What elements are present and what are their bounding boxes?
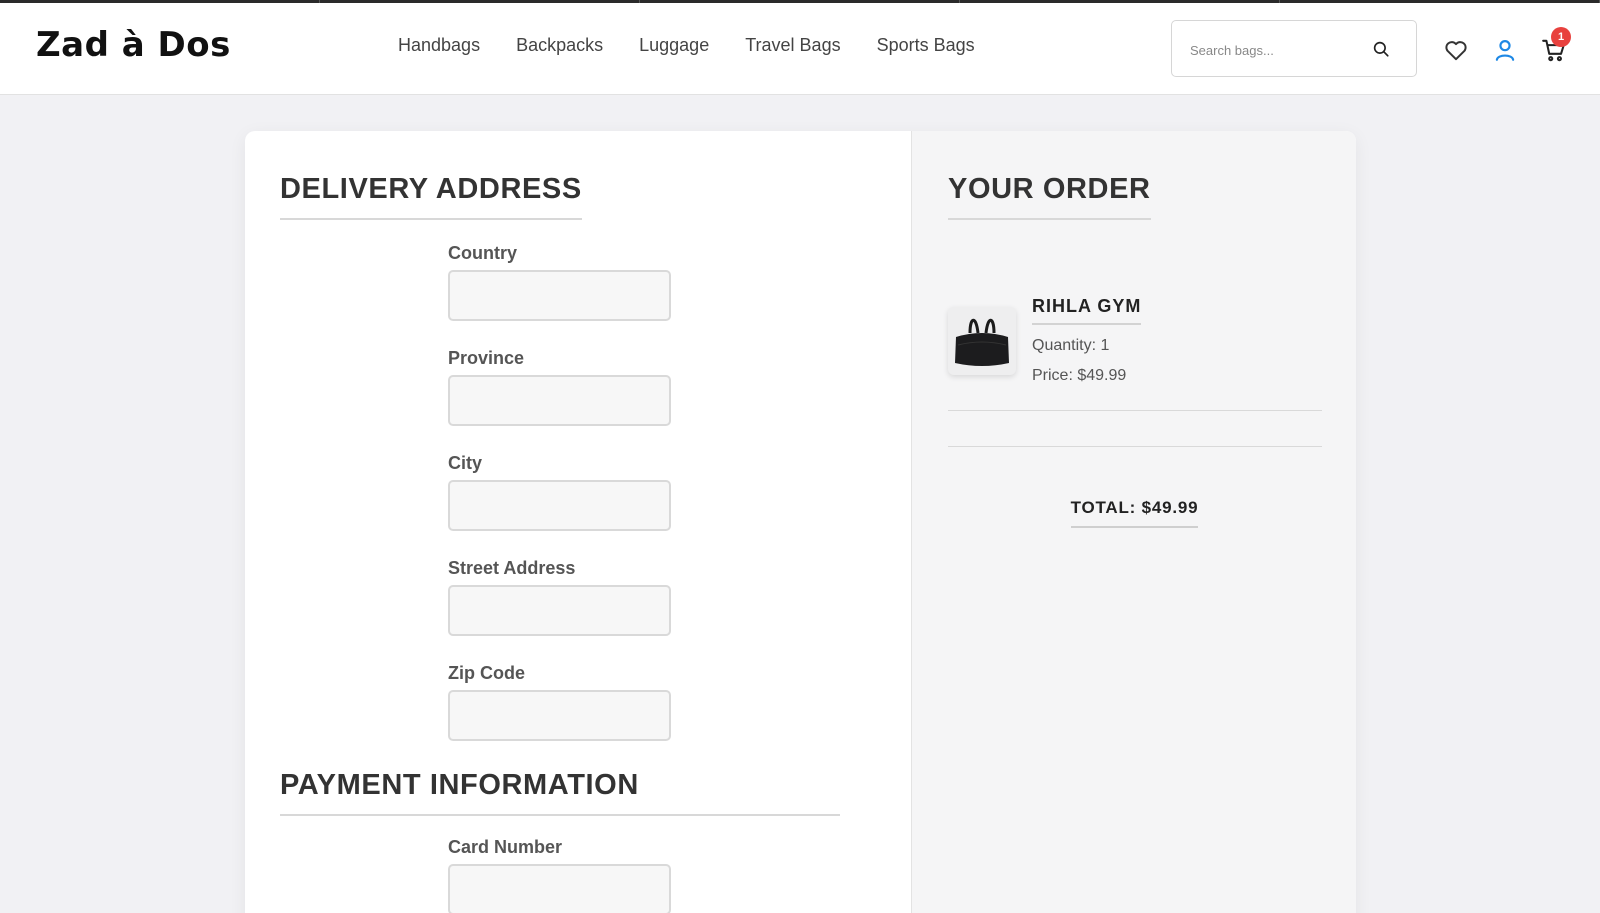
city-label: City <box>448 453 483 473</box>
order-divider <box>948 446 1322 447</box>
heart-icon[interactable] <box>1443 37 1469 63</box>
zip-code-field[interactable] <box>448 690 671 741</box>
nav-item-backpacks[interactable]: Backpacks <box>516 35 603 56</box>
your-order-title: YOUR ORDER <box>948 173 1151 220</box>
brand-logo[interactable]: Zad à Dos <box>36 25 231 65</box>
province-field[interactable] <box>448 375 671 426</box>
country-field[interactable] <box>448 270 671 321</box>
delivery-address-title: DELIVERY ADDRESS <box>280 173 582 220</box>
order-total-row: TOTAL: $49.99 <box>912 498 1356 528</box>
order-total: TOTAL: $49.99 <box>1070 498 1199 528</box>
checkout-card: DELIVERY ADDRESS Country Province City S… <box>245 131 1356 913</box>
card-number-label: Card Number <box>448 837 563 857</box>
search-box <box>1171 20 1417 77</box>
order-item-price: Price: $49.99 <box>1032 367 1127 384</box>
nav-item-sports-bags[interactable]: Sports Bags <box>877 35 975 56</box>
order-divider <box>948 410 1322 411</box>
province-label: Province <box>448 348 525 368</box>
site-header: Zad à Dos Handbags Backpacks Luggage Tra… <box>0 3 1600 95</box>
order-item-name: RIHLA GYM <box>1032 296 1142 325</box>
main-nav: Handbags Backpacks Luggage Travel Bags S… <box>398 35 975 56</box>
search-icon[interactable] <box>1372 40 1390 58</box>
country-label: Country <box>448 243 517 263</box>
nav-item-luggage[interactable]: Luggage <box>639 35 709 56</box>
checkout-form-panel: DELIVERY ADDRESS Country Province City S… <box>245 131 911 913</box>
payment-information-title: PAYMENT INFORMATION <box>280 769 840 816</box>
duffel-bag-icon <box>955 318 1009 366</box>
order-summary-panel: YOUR ORDER RIHLA GYM Quantity: 1 Price: … <box>911 131 1356 913</box>
nav-item-handbags[interactable]: Handbags <box>398 35 480 56</box>
nav-item-travel-bags[interactable]: Travel Bags <box>745 35 840 56</box>
street-address-label: Street Address <box>448 558 576 578</box>
product-thumbnail <box>948 307 1016 375</box>
user-icon[interactable] <box>1492 37 1518 63</box>
card-number-field[interactable] <box>448 864 671 913</box>
zip-code-label: Zip Code <box>448 663 525 683</box>
order-item-quantity: Quantity: 1 <box>1032 337 1110 354</box>
cart-count-badge: 1 <box>1551 27 1571 47</box>
search-input[interactable] <box>1190 39 1360 61</box>
street-address-field[interactable] <box>448 585 671 636</box>
city-field[interactable] <box>448 480 671 531</box>
